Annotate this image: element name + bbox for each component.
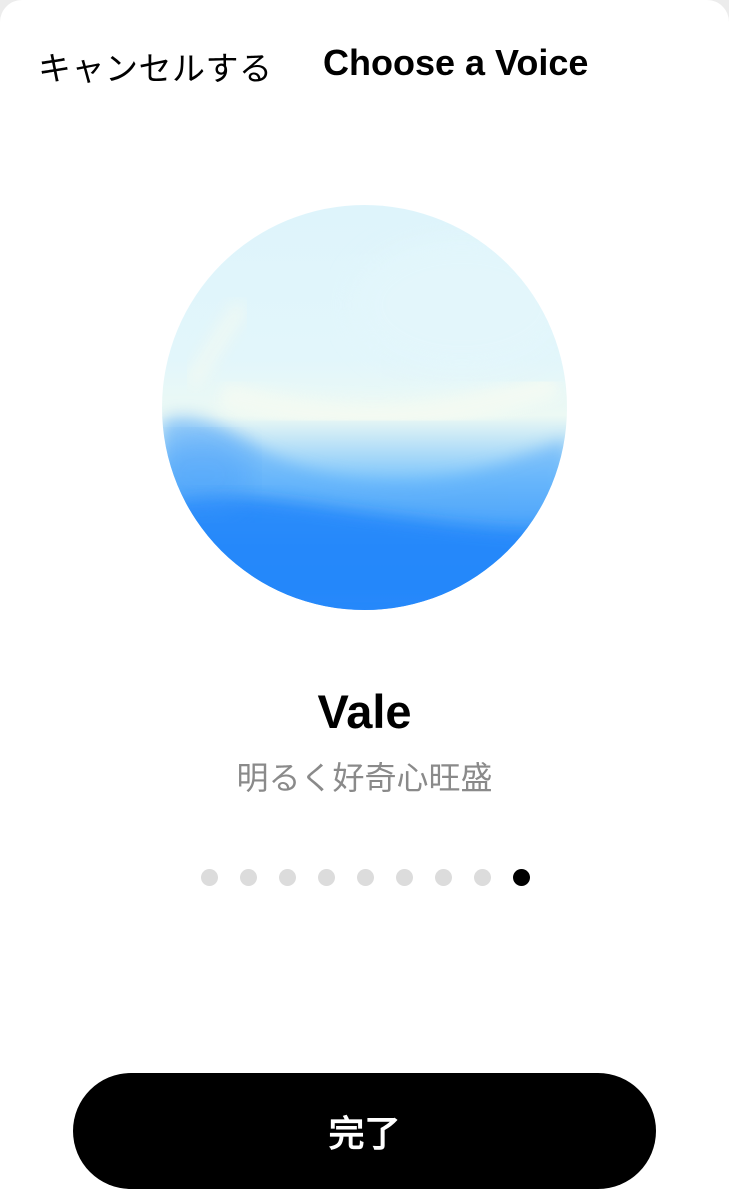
pager-dot[interactable] (318, 869, 335, 886)
pager-dot[interactable] (279, 869, 296, 886)
pager-dot[interactable] (474, 869, 491, 886)
pager-dot[interactable] (240, 869, 257, 886)
cancel-button[interactable]: キャンセルする (38, 42, 273, 90)
done-button-label: 完了 (328, 1114, 401, 1155)
page-title: Choose a Voice (323, 42, 589, 83)
voice-orb-texture (162, 235, 567, 610)
voice-orb[interactable] (162, 205, 567, 610)
voice-picker-sheet: キャンセルする Choose a Voice Vale 明るく好奇心旺盛 完了 (0, 0, 729, 1202)
pager-dot[interactable] (357, 869, 374, 886)
voice-description: 明るく好奇心旺盛 (236, 759, 493, 797)
done-button[interactable]: 完了 (73, 1073, 656, 1189)
pager-dot[interactable] (201, 869, 218, 886)
pager-dot-active[interactable] (513, 869, 530, 886)
header: キャンセルする Choose a Voice (0, 38, 729, 90)
pager-dot[interactable] (435, 869, 452, 886)
pager-dots (201, 869, 530, 886)
pager-dot[interactable] (396, 869, 413, 886)
voice-name: Vale (317, 685, 412, 738)
